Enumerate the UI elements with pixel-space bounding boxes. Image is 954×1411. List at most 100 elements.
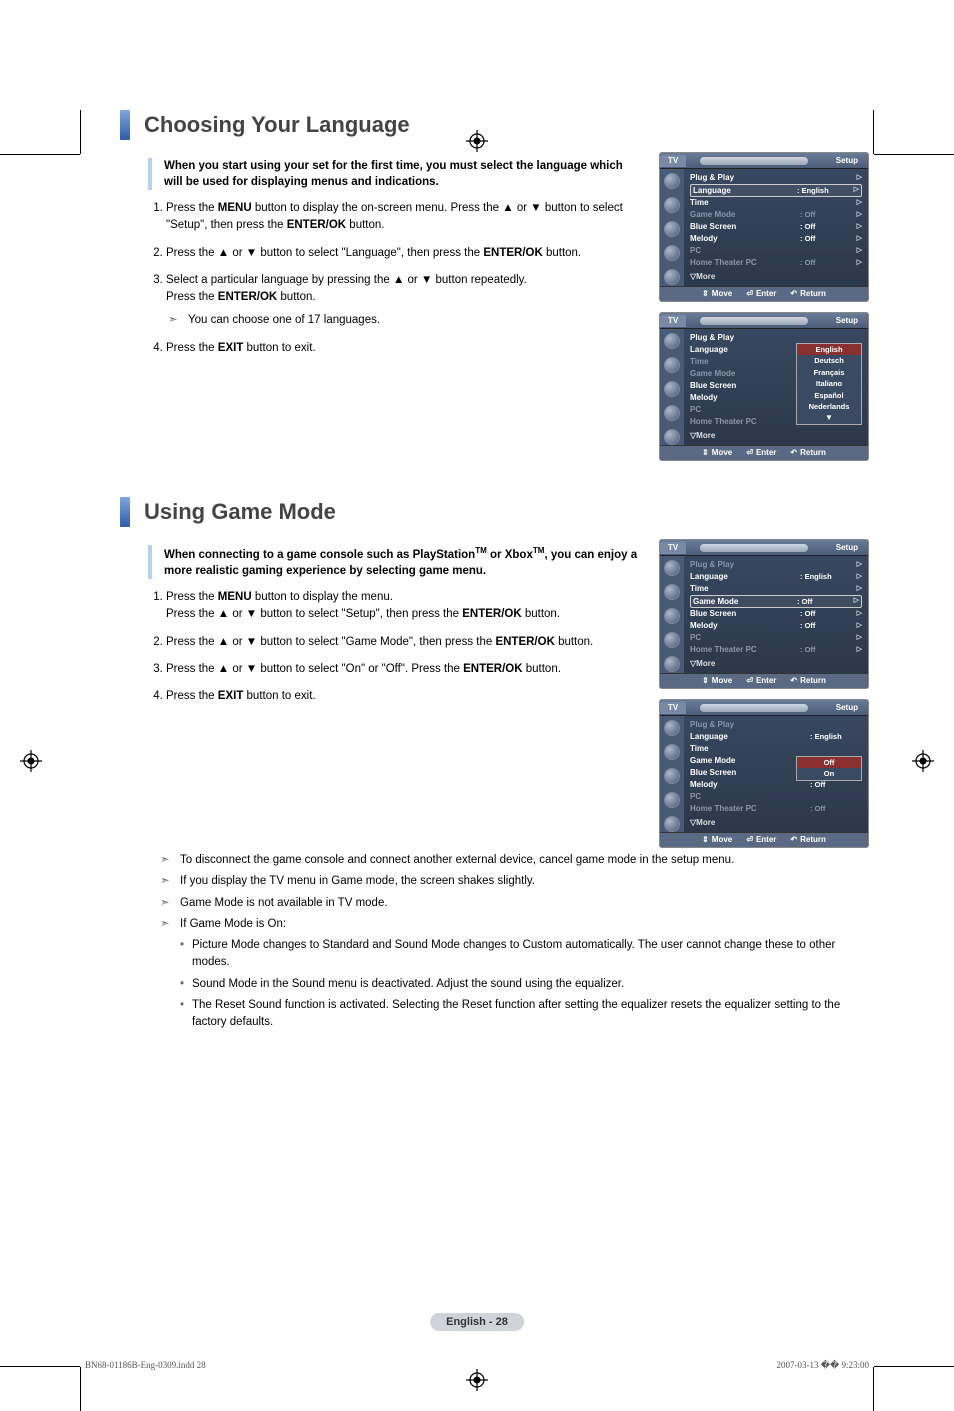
bullet-item: Picture Mode changes to Standard and Sou… bbox=[180, 937, 869, 972]
crop-mark bbox=[874, 154, 954, 155]
osd-footer: ⇕Move ⏎Enter ↶Return bbox=[660, 286, 868, 301]
osd-title: Setup bbox=[836, 703, 868, 713]
osd-category-icon bbox=[664, 173, 680, 189]
osd-row: Blue Screen: Off▷ bbox=[690, 221, 862, 233]
section2-steps: Press the MENU button to display the men… bbox=[148, 589, 643, 705]
osd-footer: ⇕Move ⏎Enter ↶Return bbox=[660, 673, 868, 688]
osd-row: Time▷ bbox=[690, 583, 862, 595]
chevron-right-icon: ▷ bbox=[852, 259, 862, 268]
osd-more: ▽More bbox=[690, 430, 862, 442]
osd-category-icon bbox=[664, 632, 680, 648]
osd-category-icon bbox=[664, 357, 680, 373]
osd-category-icon bbox=[664, 269, 680, 285]
page-title: Choosing Your Language bbox=[144, 113, 410, 137]
osd-dropdown-option: Español bbox=[797, 390, 861, 401]
updown-icon: ⇕ bbox=[702, 289, 709, 298]
osd-dropdown-option: Français bbox=[797, 367, 861, 378]
updown-icon: ⇕ bbox=[702, 676, 709, 685]
osd-header-pill bbox=[700, 317, 808, 325]
osd-category-icon bbox=[664, 560, 680, 576]
osd-category-icon bbox=[664, 744, 680, 760]
osd-dropdown-option: Off bbox=[797, 757, 861, 768]
note-item: You can choose one of 17 languages. bbox=[168, 312, 643, 329]
trademark-icon: TM bbox=[475, 546, 487, 555]
registration-mark-icon bbox=[20, 750, 42, 772]
osd-dropdown-option: On bbox=[797, 768, 861, 779]
section2-columns: When connecting to a game console such a… bbox=[120, 539, 869, 848]
enter-icon: ⏎ bbox=[746, 289, 753, 298]
osd-body: Plug & Play Language: Time Game Mode: Bl… bbox=[660, 329, 868, 445]
osd-title: Setup bbox=[836, 543, 868, 553]
osd-more: ▽More bbox=[690, 658, 862, 670]
osd-category-icon bbox=[664, 584, 680, 600]
heading-bar-icon bbox=[120, 497, 130, 527]
osd-title: Setup bbox=[836, 156, 868, 166]
section2-screenshots: TV Setup Plug & Play▷ bbox=[659, 539, 869, 848]
chevron-right-icon: ▷ bbox=[852, 247, 862, 256]
osd-row-disabled: Home Theater PC: Off▷ bbox=[690, 257, 862, 269]
return-icon: ↶ bbox=[790, 289, 797, 298]
note-item: Game Mode is not available in TV mode. bbox=[160, 895, 869, 912]
osd-icon-column bbox=[660, 169, 684, 286]
crop-mark bbox=[0, 1366, 80, 1367]
osd-tv-label: TV bbox=[660, 155, 686, 167]
page-body: Choosing Your Language When you start us… bbox=[120, 110, 869, 1031]
osd-setup-gamemode-dropdown: TV Setup bbox=[659, 699, 869, 848]
osd-category-icon bbox=[664, 792, 680, 808]
chevron-right-icon: ▷ bbox=[852, 610, 862, 619]
chevron-right-icon: ▷ bbox=[852, 199, 862, 208]
heading-bar-icon bbox=[120, 110, 130, 140]
osd-row: Time bbox=[690, 743, 862, 755]
section2-intro: When connecting to a game console such a… bbox=[148, 545, 643, 579]
osd-row: Language: English▷ bbox=[690, 571, 862, 583]
registration-mark-icon bbox=[466, 1369, 488, 1391]
osd-more: ▽More bbox=[690, 271, 862, 283]
osd-row-disabled: PC▷ bbox=[690, 632, 862, 644]
osd-setup-language-highlighted: TV Setup Plug & Play▷ bbox=[659, 152, 869, 302]
osd-tv-label: TV bbox=[660, 702, 686, 714]
chevron-right-icon: ▷ bbox=[852, 223, 862, 232]
source-file: BN68-01186B-Eng-0309.indd 28 bbox=[85, 1360, 206, 1371]
note-item: To disconnect the game console and conne… bbox=[160, 852, 869, 869]
chevron-right-icon: ▷ bbox=[852, 585, 862, 594]
osd-row: Language: English bbox=[690, 731, 862, 743]
osd-category-icon bbox=[664, 197, 680, 213]
osd-row: Time▷ bbox=[690, 197, 862, 209]
page-sheet: Choosing Your Language When you start us… bbox=[0, 110, 954, 1411]
step-item: Select a particular language by pressing… bbox=[166, 272, 643, 330]
enter-icon: ⏎ bbox=[746, 448, 753, 457]
osd-category-icon bbox=[664, 381, 680, 397]
osd-menu-list: Plug & Play▷ Language: English▷ Time▷ Ga… bbox=[684, 556, 868, 673]
osd-body: Plug & Play▷ Language: English▷ Time▷ Ga… bbox=[660, 556, 868, 673]
chevron-right-icon: ▷ bbox=[852, 634, 862, 643]
note-item: If you display the TV menu in Game mode,… bbox=[160, 873, 869, 890]
bullet-item: Sound Mode in the Sound menu is deactiva… bbox=[180, 976, 869, 993]
osd-row: Plug & Play▷ bbox=[690, 172, 862, 184]
osd-category-icon bbox=[664, 405, 680, 421]
osd-icon-column bbox=[660, 556, 684, 673]
chevron-right-icon: ▷ bbox=[852, 211, 862, 220]
section1-screenshots: TV Setup Plug & Play▷ bbox=[659, 152, 869, 461]
osd-dropdown-option: Italiano bbox=[797, 378, 861, 389]
osd-row-disabled: Home Theater PC: Off▷ bbox=[690, 644, 862, 656]
section2-notes: To disconnect the game console and conne… bbox=[160, 852, 869, 1031]
crop-mark bbox=[80, 110, 81, 154]
section1-intro: When you start using your set for the fi… bbox=[148, 158, 643, 190]
osd-row-disabled: Home Theater PC: Off bbox=[690, 803, 862, 815]
osd-row-disabled: Plug & Play▷ bbox=[690, 559, 862, 571]
crop-mark bbox=[80, 1367, 81, 1411]
osd-dropdown-option: Deutsch bbox=[797, 355, 861, 366]
enter-icon: ⏎ bbox=[746, 676, 753, 685]
chevron-right-icon: ▷ bbox=[852, 174, 862, 183]
osd-tv-label: TV bbox=[660, 542, 686, 554]
step-item: Press the MENU button to display the on-… bbox=[166, 200, 643, 235]
osd-more: ▽More bbox=[690, 817, 862, 829]
osd-header: TV Setup bbox=[660, 313, 868, 329]
crop-mark bbox=[873, 1367, 874, 1411]
osd-row: Melody: Off▷ bbox=[690, 233, 862, 245]
osd-row: Melody: Off▷ bbox=[690, 620, 862, 632]
osd-row-disabled: Game Mode: Off▷ bbox=[690, 209, 862, 221]
osd-category-icon bbox=[664, 656, 680, 672]
step-item: Press the EXIT button to exit. bbox=[166, 688, 643, 705]
osd-category-icon bbox=[664, 816, 680, 832]
